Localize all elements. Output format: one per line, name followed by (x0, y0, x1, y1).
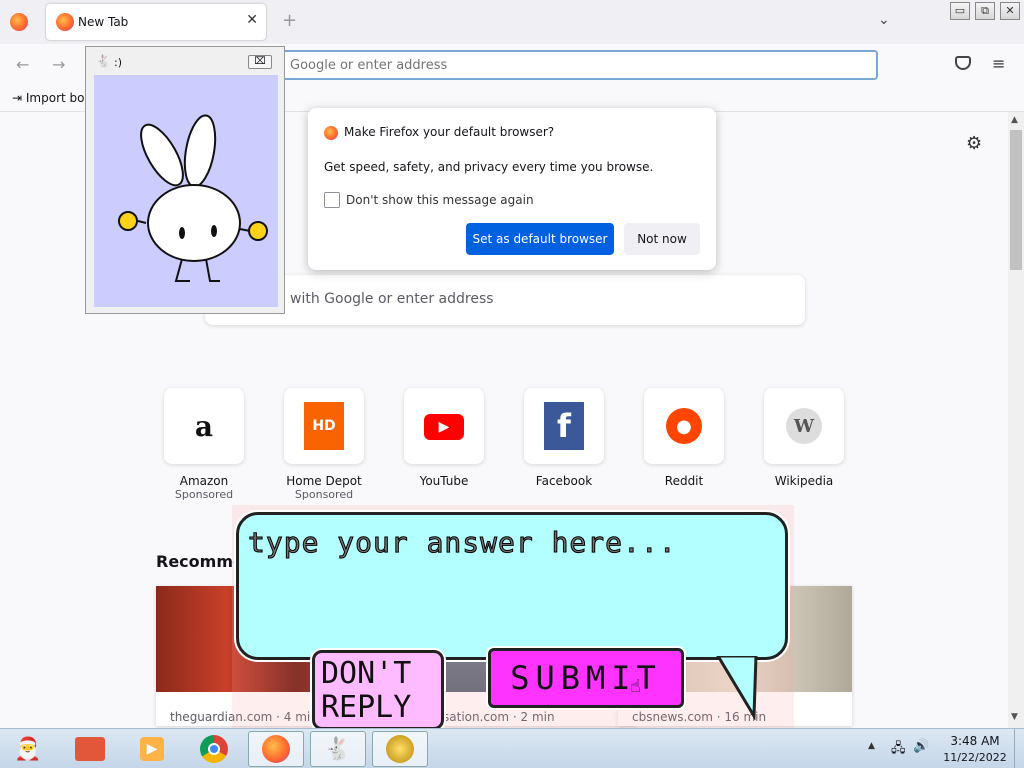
new-tab-button[interactable]: + (282, 10, 297, 31)
bunny-illustration (118, 114, 268, 282)
taskbar-app[interactable] (372, 731, 428, 767)
start-button[interactable]: 🎅 (0, 731, 56, 767)
bunny-window-title: :) (114, 56, 122, 69)
home-depot-icon: HD (304, 402, 344, 450)
tab-title: New Tab (78, 15, 129, 29)
taskbar-firefox[interactable] (248, 731, 304, 767)
address-bar[interactable] (280, 50, 878, 80)
top-site-tile: ▶ (404, 388, 484, 464)
taskbar-bunny[interactable]: 🐇 (310, 731, 366, 767)
top-site-wikipedia[interactable]: W Wikipedia (764, 388, 844, 488)
dont-show-label[interactable]: Don't show this message again (346, 193, 534, 207)
top-site-reddit[interactable]: ● Reddit (644, 388, 724, 488)
youtube-icon: ▶ (424, 414, 464, 440)
search-placeholder: ch with Google or enter address (269, 291, 494, 307)
import-bookmarks-label: Import bo (25, 91, 85, 105)
top-site-facebook[interactable]: f Facebook (524, 388, 604, 488)
dialog-body: Get speed, safety, and privacy every tim… (324, 160, 654, 174)
back-arrow-icon[interactable]: ← (16, 55, 29, 74)
bunny-window[interactable]: 🐇 :) ⌧ (85, 46, 285, 314)
media-player-icon: ▶ (140, 737, 164, 761)
taskbar: 🎅 ▶ 🐇 ▲ 🖧 🔊 3:48 AM 11/22/2022 (0, 728, 1024, 768)
facebook-icon: f (544, 402, 584, 450)
volume-icon[interactable]: 🔊 (913, 739, 929, 754)
top-site-label: YouTube (419, 474, 469, 488)
import-bookmarks-button[interactable]: ⇥ Import bo (12, 91, 84, 105)
not-now-button[interactable]: Not now (624, 223, 700, 255)
firefox-icon (324, 126, 338, 140)
hand-cursor-icon: ☝ (630, 676, 641, 697)
close-icon[interactable]: ⌧ (248, 55, 272, 69)
set-default-browser-button[interactable]: Set as default browser (466, 223, 614, 255)
tab-bar: New Tab ✕ + ⌄ ▭ ⧉ ✕ (0, 0, 1024, 44)
santa-icon: 🎅 (14, 736, 42, 762)
gear-icon[interactable]: ⚙ (966, 133, 982, 154)
restore-button[interactable]: ⧉ (975, 2, 995, 20)
amazon-icon: a (194, 409, 214, 443)
top-site-amazon[interactable]: a Amazon Sponsored (164, 388, 244, 501)
clock-date[interactable]: 11/22/2022 (942, 751, 1008, 764)
reddit-icon: ● (666, 408, 702, 444)
wikipedia-icon: W (786, 408, 822, 444)
scroll-down-icon[interactable]: ▼ (1011, 712, 1018, 722)
dont-show-checkbox[interactable] (324, 192, 340, 208)
close-tab-icon[interactable]: ✕ (246, 12, 258, 28)
bunny-icon: 🐇 (324, 736, 352, 762)
firefox-icon[interactable] (10, 13, 28, 31)
scroll-up-icon[interactable]: ▲ (1011, 115, 1018, 125)
show-desktop-button[interactable] (1014, 729, 1024, 768)
top-site-tile: f (524, 388, 604, 464)
close-window-button[interactable]: ✕ (1000, 2, 1020, 20)
top-site-label: Amazon (179, 474, 229, 488)
recommended-heading: Recomme (156, 552, 244, 571)
dialog-title: Make Firefox your default browser? (344, 125, 555, 139)
import-icon: ⇥ (12, 91, 26, 105)
bunny-small-icon: 🐇 (96, 54, 111, 68)
show-hidden-icons[interactable]: ▲ (868, 741, 875, 751)
top-site-tile: a (164, 388, 244, 464)
bunny-canvas (94, 75, 278, 307)
network-icon[interactable]: 🖧 (891, 739, 906, 761)
firefox-icon (262, 735, 290, 763)
top-site-tile: W (764, 388, 844, 464)
top-site-label: Reddit (664, 474, 704, 488)
top-site-label: Facebook (535, 474, 593, 488)
forward-arrow-icon[interactable]: → (52, 55, 65, 74)
clock-time[interactable]: 3:48 AM (948, 734, 1002, 748)
bunny-window-titlebar[interactable]: 🐇 :) ⌧ (86, 47, 284, 75)
scrollbar-thumb[interactable] (1010, 130, 1022, 270)
app-icon (386, 735, 414, 763)
minimize-button[interactable]: ▭ (950, 2, 970, 20)
taskbar-explorer[interactable] (62, 731, 118, 767)
submit-button[interactable]: SUBMIT (488, 648, 684, 708)
dont-reply-button[interactable]: DON'T REPLY (312, 650, 444, 730)
top-site-tile: HD (284, 388, 364, 464)
taskbar-chrome[interactable] (186, 731, 242, 767)
sponsored-label: Sponsored (174, 488, 234, 501)
default-browser-dialog: Make Firefox your default browser? Get s… (308, 108, 716, 270)
pocket-icon[interactable] (955, 56, 971, 70)
address-input[interactable] (290, 58, 850, 73)
list-tabs-button[interactable]: ⌄ (878, 12, 890, 28)
top-site-home-depot[interactable]: HD Home Depot Sponsored (284, 388, 364, 501)
top-site-tile: ● (644, 388, 724, 464)
vertical-scrollbar[interactable]: ▲ ▼ (1008, 112, 1024, 728)
top-site-youtube[interactable]: ▶ YouTube (404, 388, 484, 488)
taskbar-media-player[interactable]: ▶ (124, 731, 180, 767)
bubble-tail (716, 656, 758, 720)
top-site-label: Wikipedia (774, 474, 834, 488)
search-box[interactable]: ch with Google or enter address (205, 275, 805, 325)
folder-icon (75, 737, 105, 761)
firefox-tab-icon (56, 13, 74, 31)
hamburger-menu-icon[interactable]: ≡ (992, 54, 1005, 73)
answer-input[interactable] (248, 522, 768, 562)
tab-new-tab[interactable]: New Tab ✕ (46, 4, 266, 40)
chrome-icon (200, 735, 228, 763)
top-site-label: Home Depot (286, 474, 362, 488)
sponsored-label: Sponsored (294, 488, 354, 501)
